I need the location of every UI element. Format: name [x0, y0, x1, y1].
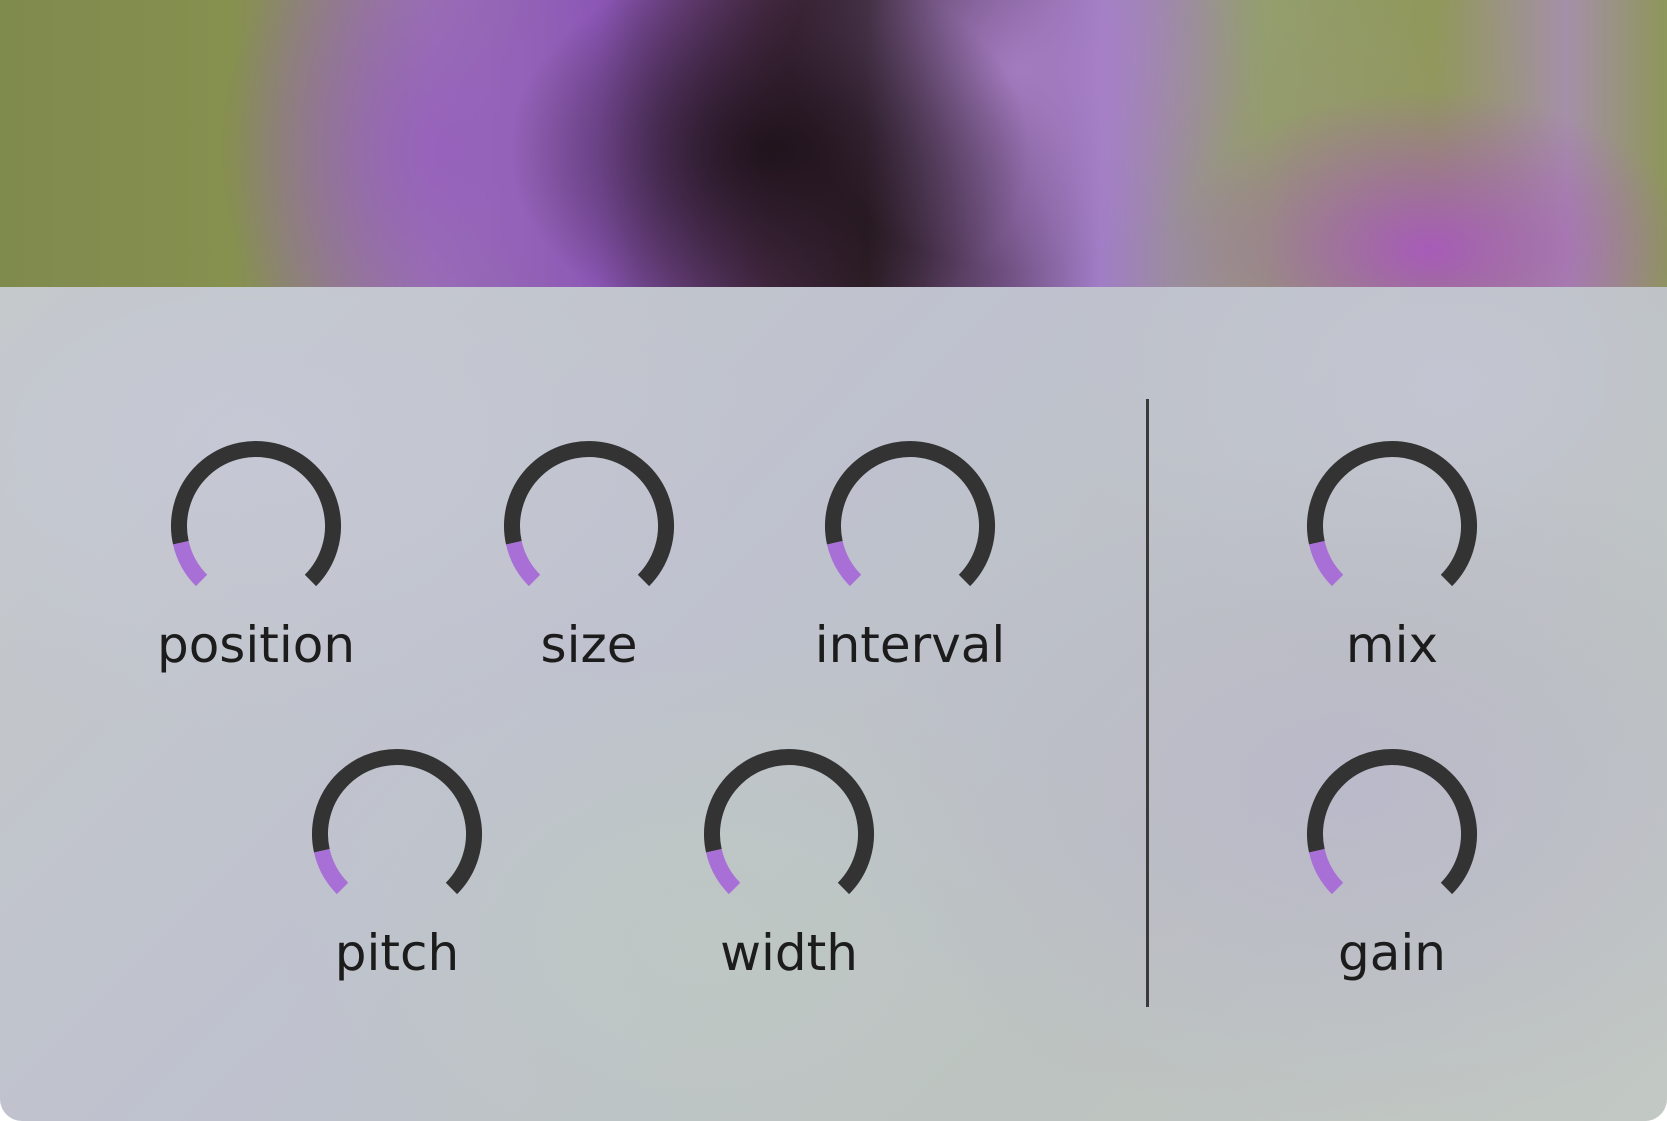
section-divider — [1146, 399, 1149, 1007]
interval-dial[interactable] — [820, 433, 1000, 613]
gain-dial[interactable] — [1302, 741, 1482, 921]
knob-mix[interactable]: mix — [1262, 433, 1522, 693]
gain-knob-value-arc — [1309, 848, 1344, 895]
knob-pitch[interactable]: pitch — [267, 741, 527, 1001]
mix-knob-value-arc — [1309, 540, 1344, 587]
knob-label-interval: interval — [814, 616, 1006, 674]
mix-knob-track — [1307, 441, 1477, 587]
knob-size[interactable]: size — [459, 433, 719, 693]
position-knob-track — [171, 441, 341, 587]
knob-label-pitch: pitch — [334, 924, 460, 982]
size-knob-value-arc — [506, 540, 541, 587]
position-dial[interactable] — [166, 433, 346, 613]
width-knob-value-arc — [706, 848, 741, 895]
pitch-knob-value-arc — [314, 848, 349, 895]
width-knob-track — [704, 749, 874, 895]
knob-label-gain: gain — [1338, 924, 1446, 982]
mix-dial[interactable] — [1302, 433, 1482, 613]
knob-gain[interactable]: gain — [1262, 741, 1522, 1001]
size-knob-track — [504, 441, 674, 587]
interval-knob-value-arc — [827, 540, 862, 587]
knob-position[interactable]: position — [126, 433, 386, 693]
knob-label-size: size — [540, 616, 638, 674]
knob-label-width: width — [720, 924, 858, 982]
plugin-window: position size interval pitch width mix g… — [0, 0, 1667, 1121]
knob-label-position: position — [156, 616, 356, 674]
position-knob-value-arc — [173, 540, 208, 587]
header-visual — [0, 0, 1667, 287]
knob-label-mix: mix — [1345, 616, 1439, 674]
size-dial[interactable] — [499, 433, 679, 613]
pitch-dial[interactable] — [307, 741, 487, 921]
knob-width[interactable]: width — [659, 741, 919, 1001]
gain-knob-track — [1307, 749, 1477, 895]
knob-interval[interactable]: interval — [780, 433, 1040, 693]
pitch-knob-track — [312, 749, 482, 895]
width-dial[interactable] — [699, 741, 879, 921]
interval-knob-track — [825, 441, 995, 587]
